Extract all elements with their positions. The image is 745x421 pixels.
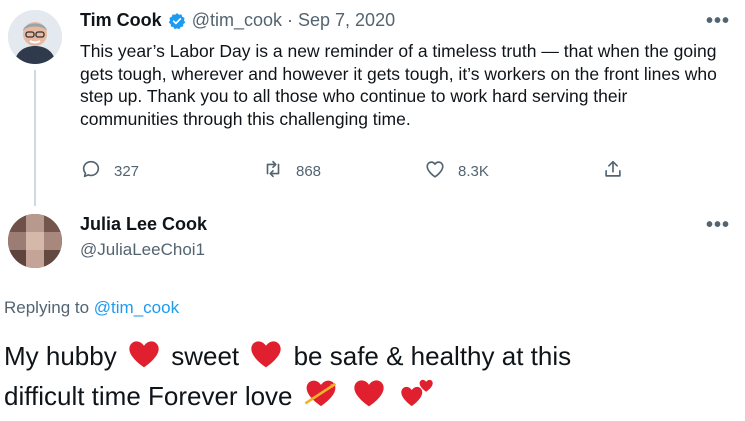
more-icon[interactable]: ••• [706,10,730,33]
red-heart-icon [250,339,282,378]
avatar[interactable] [8,214,62,268]
avatar[interactable] [8,10,62,64]
reply-text: My hubby sweet be safe & healthy at this… [4,338,744,417]
reply-text-part: My hubby [4,341,117,371]
reply-author-handle[interactable]: @JuliaLeeChoi1 [80,240,205,260]
avatar-image [8,214,62,268]
reply-text-line-2: difficult time Forever love [4,378,744,418]
share-button[interactable] [602,158,624,184]
like-icon [424,158,446,184]
verified-badge-icon [168,12,186,30]
thread-line [34,70,36,206]
replying-to-link[interactable]: @tim_cook [94,298,179,317]
reply-icon [80,158,102,184]
replying-prefix: Replying to [4,298,90,317]
author-handle[interactable]: @tim_cook [192,10,282,31]
tweet-text: This year’s Labor Day is a new reminder … [80,41,717,129]
avatar-image [8,10,62,64]
author-name[interactable]: Tim Cook [80,10,162,31]
more-icon[interactable]: ••• [706,214,730,237]
reply-count: 327 [114,162,140,180]
reply-text-part: difficult time Forever love [4,380,293,411]
reply-text-part: be safe & healthy at this [293,341,572,371]
tweet-header: Tim Cook @tim_cook · Sep 7, 2020 [80,10,395,31]
reply-text-part: sweet [171,341,240,371]
retweet-icon [262,158,284,184]
red-heart-icon [353,378,385,417]
red-heart-icon [128,339,160,378]
retweet-count: 868 [296,162,322,180]
separator: · [287,10,293,30]
reply-author-name[interactable]: Julia Lee Cook [80,214,207,235]
tweet-date[interactable]: Sep 7, 2020 [298,10,395,31]
reply-button[interactable]: 327 [80,158,139,184]
like-count: 8.3K [458,162,489,180]
two-hearts-icon [400,378,434,417]
reply-text-line-1: My hubby sweet be safe & healthy at this [4,338,744,378]
share-icon [602,158,624,184]
heart-with-arrow-icon [304,378,338,417]
retweet-button[interactable]: 868 [262,158,321,184]
replying-to: Replying to @tim_cook [4,298,179,318]
like-button[interactable]: 8.3K [424,158,489,184]
